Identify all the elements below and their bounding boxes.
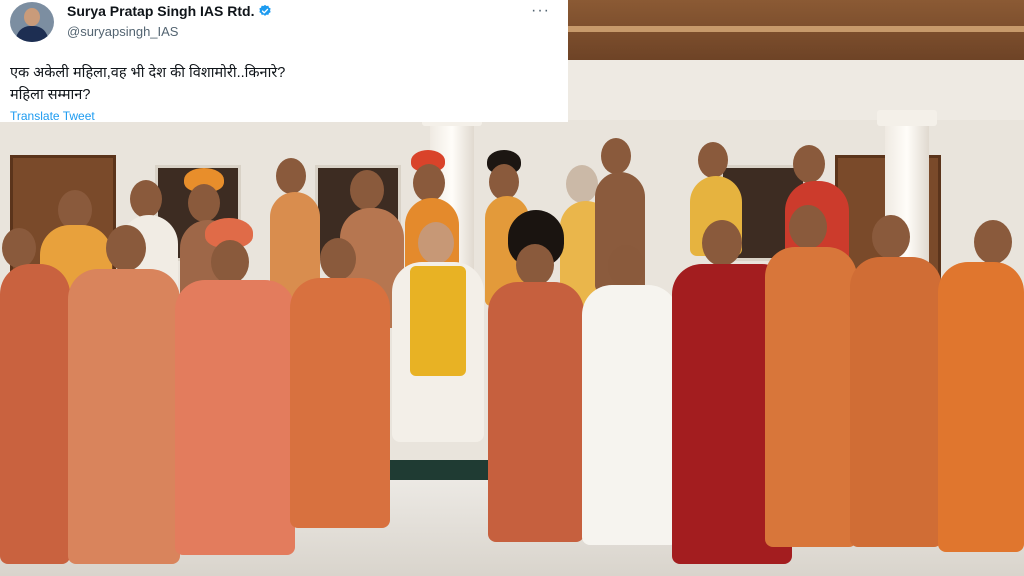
author-name[interactable]: Surya Pratap Singh IAS Rtd. <box>67 3 254 19</box>
wooden-ceiling-beam <box>568 0 1024 60</box>
tweet-text: एक अकेली महिला,वह भी देश की विशामोरी..कि… <box>10 62 550 106</box>
author-handle[interactable]: @suryapsingh_IAS <box>67 24 178 39</box>
tweet-text-line: एक अकेली महिला,वह भी देश की विशामोरी..कि… <box>10 65 286 81</box>
author-name-row: Surya Pratap Singh IAS Rtd. <box>67 3 272 19</box>
tweet-text-line: महिला सम्मान? <box>10 87 91 103</box>
more-horizontal-icon[interactable]: ··· <box>531 2 550 20</box>
translate-tweet-link[interactable]: Translate Tweet <box>10 109 95 123</box>
verified-badge-icon <box>259 4 272 16</box>
author-avatar[interactable] <box>10 2 54 42</box>
tweet-card: Surya Pratap Singh IAS Rtd. @suryapsingh… <box>0 0 568 123</box>
